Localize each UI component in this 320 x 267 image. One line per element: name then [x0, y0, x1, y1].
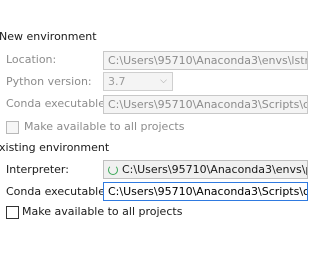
chevron-down-icon: ⌵ — [160, 76, 167, 86]
make-available-label-existing: Make available to all projects — [22, 205, 183, 218]
existing-environment-title: xisting environment — [0, 141, 110, 154]
conda-executable-label-new: Conda executable: — [6, 97, 109, 110]
interpreter-select[interactable]: C:\Users\95710\Anaconda3\envs\pyt — [103, 160, 308, 179]
loading-spinner-icon — [108, 165, 118, 175]
python-version-value: 3.7 — [108, 75, 126, 88]
make-available-checkbox-existing[interactable] — [6, 206, 19, 219]
location-label: Location: — [6, 53, 57, 66]
interpreter-value: C:\Users\95710\Anaconda3\envs\pyt — [122, 163, 308, 176]
conda-executable-field-new[interactable]: C:\Users\95710\Anaconda3\Scripts\cond — [103, 95, 308, 114]
interpreter-label: Interpreter: — [6, 163, 69, 176]
python-version-label: Python version: — [6, 75, 92, 88]
python-version-select[interactable]: 3.7 ⌵ — [103, 72, 173, 91]
new-environment-title: New environment — [0, 30, 97, 43]
conda-executable-label-existing: Conda executable: — [6, 185, 109, 198]
conda-executable-field-existing[interactable]: C:\Users\95710\Anaconda3\Scripts\cond — [103, 182, 308, 201]
make-available-checkbox-new[interactable] — [6, 121, 19, 134]
location-field[interactable]: C:\Users\95710\Anaconda3\envs\lstm_p — [103, 51, 308, 70]
make-available-label-new: Make available to all projects — [24, 120, 185, 133]
